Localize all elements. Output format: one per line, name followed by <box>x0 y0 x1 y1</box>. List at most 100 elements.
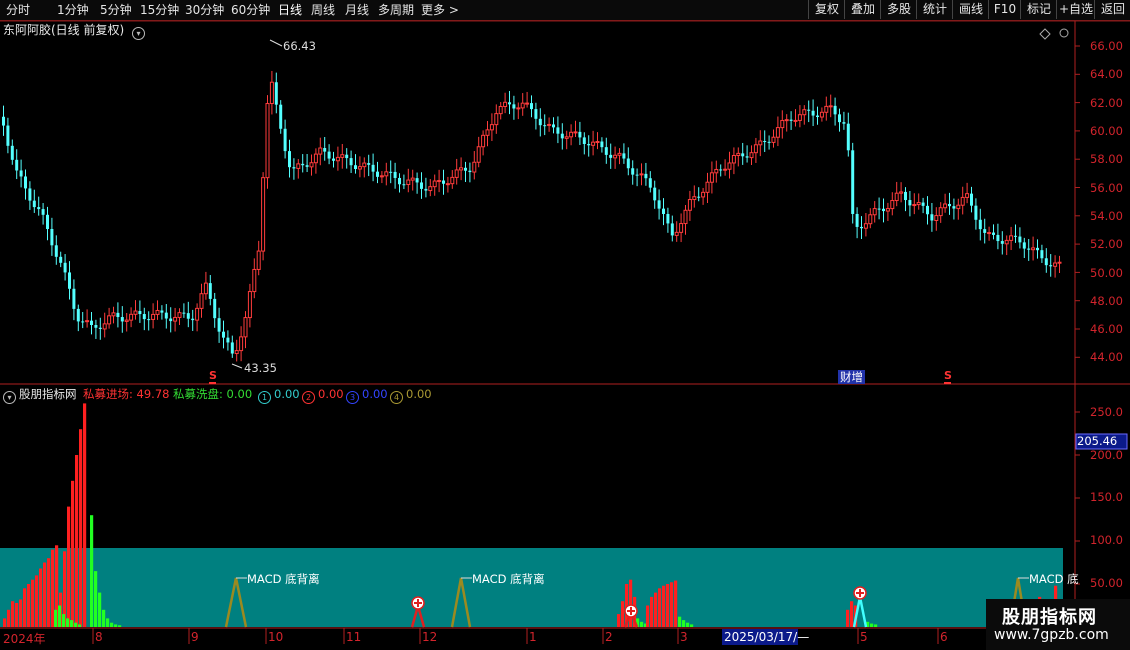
candle-body <box>687 199 692 211</box>
candle-body <box>1004 239 1009 245</box>
candle-body <box>622 153 626 159</box>
candle-body <box>283 128 287 152</box>
candle-body <box>578 131 582 138</box>
candle-body <box>442 180 445 184</box>
candle-body <box>76 308 80 322</box>
candle-body <box>46 214 49 230</box>
candle-body <box>124 319 129 322</box>
x-tick: 9 <box>191 630 199 644</box>
indicator-teal-zone <box>0 548 1063 627</box>
candle-body <box>952 206 956 209</box>
indicator-bar <box>62 614 66 627</box>
x-tick: 2024年 <box>3 632 46 646</box>
candle-body <box>182 312 186 314</box>
candle-body <box>908 200 912 206</box>
candle-body <box>217 318 221 332</box>
candle-body <box>912 204 917 207</box>
financial-event-badge[interactable]: 财增 <box>838 370 865 384</box>
candle-body <box>28 188 32 201</box>
candle-body <box>793 119 798 122</box>
chevron-down-icon[interactable]: ▾ <box>3 391 16 404</box>
indicator-bar <box>670 582 674 627</box>
settings-circle-icon <box>1059 28 1069 38</box>
candle-body <box>340 154 345 158</box>
candle-body <box>701 191 706 198</box>
candle-body <box>384 171 389 177</box>
candle-body <box>239 336 244 352</box>
indicator-bar <box>27 584 31 627</box>
signal-marker[interactable]: S <box>944 370 952 384</box>
x-tick: 3 <box>680 630 688 644</box>
candle-body <box>749 152 754 159</box>
candle-body <box>256 250 261 270</box>
candle-body <box>705 181 710 193</box>
plus-circle-icon <box>624 604 638 618</box>
candle-body <box>987 232 992 235</box>
candle-body <box>1000 241 1004 244</box>
plus-circle-icon <box>853 586 867 600</box>
candle-body <box>604 147 608 155</box>
candle-body <box>32 200 36 208</box>
candle-body <box>780 119 785 129</box>
candle-body <box>169 318 173 322</box>
signal-marker[interactable]: S <box>209 370 217 384</box>
candle-body <box>332 158 335 161</box>
candle-body <box>556 127 560 134</box>
candle-body <box>485 129 490 136</box>
candle-body <box>846 123 850 151</box>
candle-body <box>327 151 331 159</box>
candle-body <box>191 318 195 321</box>
candle-body <box>129 313 134 321</box>
candle-body <box>230 342 234 354</box>
candle-body <box>842 122 846 124</box>
candle-body <box>1040 250 1044 259</box>
candle-body <box>10 145 14 160</box>
candle-body <box>279 104 283 129</box>
candle-body <box>894 192 899 202</box>
candle-body <box>50 229 54 246</box>
y-tick: 54.00 <box>1090 209 1123 223</box>
candle-body <box>797 114 802 121</box>
candle-body <box>872 208 877 216</box>
indicator-bar <box>47 558 51 627</box>
candle-body <box>679 223 684 233</box>
candle-body <box>714 168 719 174</box>
candle-body <box>472 161 477 173</box>
candle-body <box>301 163 305 166</box>
candle-body <box>6 125 10 146</box>
indicator-bar <box>114 624 118 627</box>
candle-body <box>587 143 591 146</box>
candle-body <box>367 163 371 165</box>
candle-body <box>424 188 428 191</box>
candle-body <box>582 137 586 144</box>
candle-body <box>508 102 511 105</box>
candle-body <box>376 171 379 177</box>
candle-body <box>868 214 873 225</box>
candle-body <box>653 187 657 201</box>
macd-annotation: MACD 底背离 <box>247 572 320 586</box>
indicator-bar <box>11 601 15 627</box>
candle-body <box>81 321 85 323</box>
indicator-bar <box>118 625 122 627</box>
candle-body <box>288 151 291 168</box>
candle-body <box>133 310 138 315</box>
candle-body <box>208 283 212 299</box>
candle-body <box>428 186 433 192</box>
plus-circle-icon <box>411 596 425 610</box>
x-tick: 1 <box>529 630 537 644</box>
candle-body <box>335 156 340 162</box>
candle-body <box>904 191 907 201</box>
candle-body <box>98 327 102 329</box>
candle-body <box>512 104 516 109</box>
watermark-title: 股朋指标网 <box>1002 607 1097 628</box>
y-tick: 250.0 <box>1090 405 1123 419</box>
candle-body <box>503 101 508 108</box>
candle-body <box>758 140 763 146</box>
candle-body <box>252 268 257 293</box>
candle-body <box>617 152 622 156</box>
chevron-down-icon[interactable]: ▾ <box>132 27 146 40</box>
candle-body <box>635 174 639 176</box>
y-tick: 50.00 <box>1090 576 1123 590</box>
candle-body <box>802 109 807 116</box>
indicator-bar <box>690 624 694 627</box>
